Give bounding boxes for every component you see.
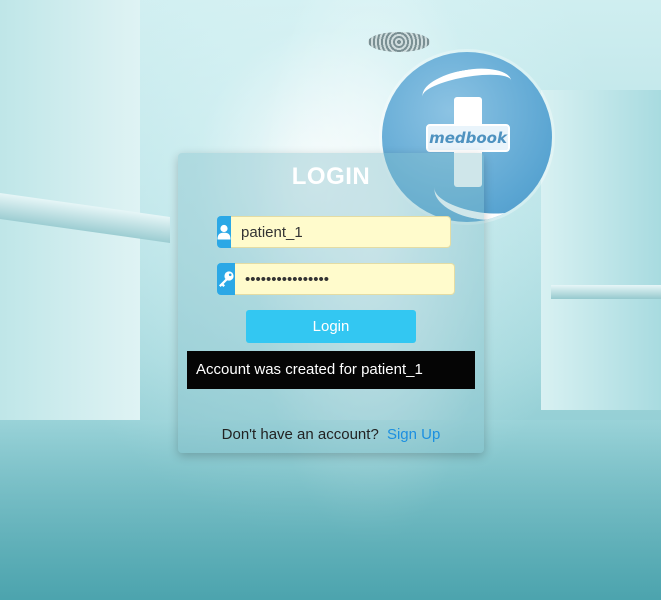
signup-prompt: Don't have an account? Sign Up <box>178 426 484 443</box>
password-input[interactable] <box>235 263 455 295</box>
background-handrail-right <box>551 285 661 299</box>
username-field <box>217 216 451 248</box>
account-created-alert: Account was created for patient_1 <box>187 351 475 389</box>
login-title: LOGIN <box>291 163 371 190</box>
login-card: LOGIN Login Account was created for pati… <box>178 153 484 453</box>
username-input[interactable] <box>231 216 451 248</box>
user-icon <box>217 216 231 248</box>
logo-wordmark: medbook <box>426 124 510 152</box>
signup-link[interactable]: Sign Up <box>387 426 440 443</box>
signup-prompt-text: Don't have an account? <box>221 426 379 443</box>
ceiling-vent <box>368 32 430 52</box>
background-wall-right <box>541 90 661 410</box>
password-field <box>217 263 455 295</box>
key-icon <box>217 263 235 295</box>
login-button[interactable]: Login <box>246 310 416 343</box>
